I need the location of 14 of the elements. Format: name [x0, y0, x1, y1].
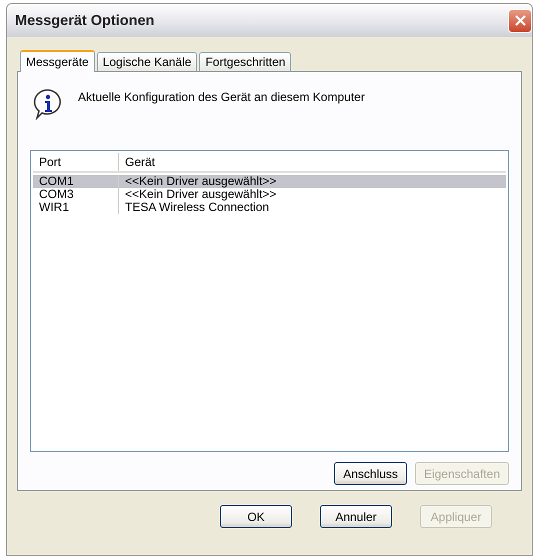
info-text: Aktuelle Konfiguration des Gerät an diesem Komputer — [78, 90, 365, 104]
window-title: Messgerät Optionen — [15, 12, 154, 28]
tab[interactable]: Fortgeschritten — [199, 52, 292, 71]
table-row[interactable]: WIR1 TESA Wireless Connection — [33, 201, 506, 214]
close-button[interactable] — [508, 8, 532, 32]
info-icon — [32, 88, 64, 120]
panel-button[interactable]: Anschluss — [334, 462, 407, 485]
table-row[interactable]: COM3 <<Kein Driver ausgewählt>> — [33, 188, 506, 201]
tab[interactable]: Messgeräte — [20, 50, 95, 72]
dialog-button[interactable]: OK — [220, 505, 292, 528]
tab[interactable]: Logische Kanäle — [96, 52, 198, 71]
dialog-button[interactable]: Annuler — [320, 505, 392, 528]
close-icon — [514, 14, 526, 27]
table-row[interactable]: COM1 <<Kein Driver ausgewählt>> — [33, 175, 506, 188]
